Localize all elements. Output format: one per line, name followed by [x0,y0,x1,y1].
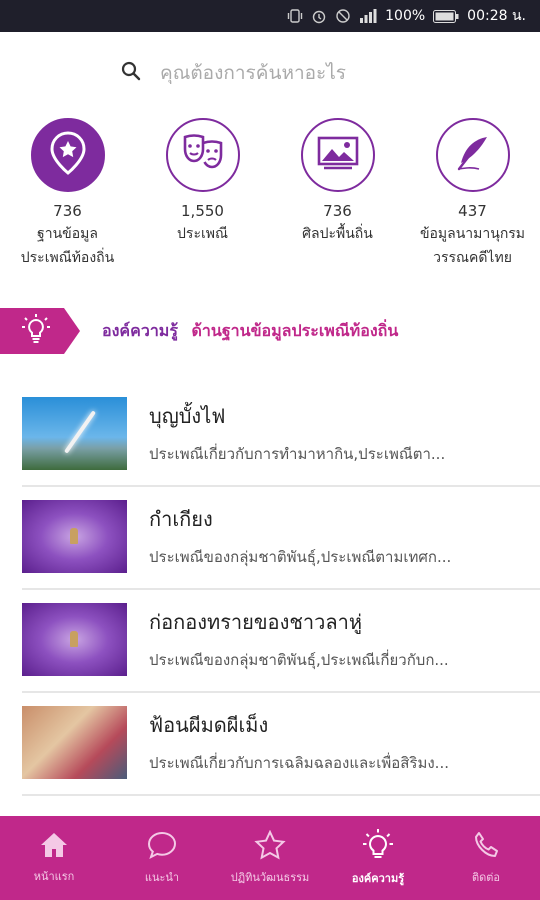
category-local-traditions-db[interactable]: 736 ฐานข้อมูล ประเพณีท้องถิ่น [0,118,135,270]
mute-icon [335,8,351,24]
nav-item-calendar[interactable]: ปฏิทินวัฒนธรรม [216,816,324,900]
nav-item-recommend[interactable]: แนะนำ [108,816,216,900]
nav-label: องค์ความรู้ [351,872,405,885]
bottom-nav: หน้าแรก แนะนำ ปฏิทินวัฒนธรรม องค์ความรู้… [0,816,540,900]
search-icon[interactable] [120,60,142,86]
category-count: 736 [323,202,352,220]
item-description: ประเพณีของกลุ่มชาติพันธุ์,ประเพณีตามเทศก… [149,548,452,566]
list-item[interactable]: ฟ้อนผีมดผีเม็ง ประเพณีเกี่ยวกับการเฉลิมฉ… [22,693,540,796]
item-info: ฟ้อนผีมดผีเม็ง ประเพณีเกี่ยวกับการเฉลิมฉ… [149,706,529,775]
category-circle[interactable] [165,118,240,192]
item-info: กำเกียง ประเพณีของกลุ่มชาติพันธุ์,ประเพณ… [149,500,529,569]
list-item[interactable]: บุญบั้งไฟ ประเพณีเกี่ยวกับการทำมาหากิน,ป… [22,384,540,487]
nav-label: หน้าแรก [33,870,75,883]
nav-label: แนะนำ [144,871,180,884]
section-banner: องค์ความรู้ ด้านฐานข้อมูลประเพณีท้องถิ่น [0,308,540,354]
item-description: ประเพณีเกี่ยวกับการเฉลิมฉลองและเพื่อสิริ… [149,754,449,772]
list-item[interactable]: ก่อกองทรายของชาวลาหู่ ประเพณีของกลุ่มชาต… [22,590,540,693]
item-title[interactable]: ฟ้อนผีมดผีเม็ง [149,709,529,741]
alarm-icon [311,8,327,24]
rocket-trail [64,410,96,454]
category-count: 437 [458,202,487,220]
status-bar: 100% 00:28 น. [0,0,540,32]
category-label: ฐานข้อมูล ประเพณีท้องถิ่น [0,222,135,270]
category-circle[interactable] [300,118,375,192]
item-description: ประเพณีเกี่ยวกับการทำมาหากิน,ประเพณีตา..… [149,445,446,463]
status-time: 00:28 น. [467,8,526,24]
battery-percent: 100% [385,8,426,24]
banner-title-a: องค์ความรู้ [102,320,178,340]
category-count: 736 [53,202,82,220]
phone-icon [471,830,501,860]
category-label: ศิลปะพื้นถิ่น [270,222,405,246]
banner-title: องค์ความรู้ ด้านฐานข้อมูลประเพณีท้องถิ่น [102,319,398,344]
item-description: ประเพณีของกลุ่มชาติพันธุ์,ประเพณีเกี่ยวก… [149,651,449,669]
battery-icon [433,9,459,23]
nav-label: ปฏิทินวัฒนธรรม [230,871,310,884]
category-label-line1: ข้อมูลนามานุกรม [419,226,526,242]
tradition-list: บุญบั้งไฟ ประเพณีเกี่ยวกับการทำมาหากิน,ป… [22,384,540,796]
category-circle[interactable] [30,118,105,192]
lightbulb-icon [362,829,394,861]
search-input[interactable] [160,62,460,84]
item-title[interactable]: บุญบั้งไฟ [149,400,529,432]
banner-tag [0,308,80,354]
category-label-line1: ศิลปะพื้นถิ่น [302,226,373,242]
nav-label: ติดต่อ [471,871,501,884]
list-item[interactable]: กำเกียง ประเพณีของกลุ่มชาติพันธุ์,ประเพณ… [22,487,540,590]
vibrate-icon [287,8,303,24]
category-label: ประเพณี [135,222,270,246]
category-traditions[interactable]: 1,550 ประเพณี [135,118,270,246]
category-local-art[interactable]: 736 ศิลปะพื้นถิ่น [270,118,405,246]
theater-masks-icon [181,133,225,177]
thumbnail-figure [70,631,78,647]
category-count: 1,550 [181,202,224,220]
location-star-icon [48,131,88,179]
item-title[interactable]: ก่อกองทรายของชาวลาหู่ [149,606,529,638]
item-info: ก่อกองทรายของชาวลาหู่ ประเพณีของกลุ่มชาต… [149,603,529,672]
nav-item-home[interactable]: หน้าแรก [0,816,108,900]
item-info: บุญบั้งไฟ ประเพณีเกี่ยวกับการทำมาหากิน,ป… [149,397,529,466]
item-thumbnail[interactable] [22,706,127,779]
nav-item-knowledge[interactable]: องค์ความรู้ [324,816,432,900]
landscape-picture-icon [316,135,360,175]
item-thumbnail[interactable] [22,397,127,470]
chat-bubble-icon [146,830,178,860]
nav-item-contact[interactable]: ติดต่อ [432,816,540,900]
category-row: 736 ฐานข้อมูล ประเพณีท้องถิ่น 1,550 ประเ… [0,118,540,288]
item-thumbnail[interactable] [22,500,127,573]
category-label-line2: วรรณคดีไทย [433,250,512,266]
banner-title-b: ด้านฐานข้อมูลประเพณีท้องถิ่น [191,320,399,340]
search-bar[interactable] [120,52,480,94]
category-label-line1: ฐานข้อมูล [37,226,98,242]
category-label-line1: ประเพณี [177,226,228,242]
star-icon [254,830,286,860]
item-thumbnail[interactable] [22,603,127,676]
category-label: ข้อมูลนามานุกรม วรรณคดีไทย [405,222,540,270]
category-label-line2: ประเพณีท้องถิ่น [20,250,115,266]
item-title[interactable]: กำเกียง [149,503,529,535]
feather-quill-icon [453,133,493,177]
lightbulb-icon [22,314,50,348]
home-icon [39,831,69,859]
thumbnail-figure [70,528,78,544]
category-literature-names[interactable]: 437 ข้อมูลนามานุกรม วรรณคดีไทย [405,118,540,270]
signal-icon [359,9,377,23]
category-circle[interactable] [435,118,510,192]
